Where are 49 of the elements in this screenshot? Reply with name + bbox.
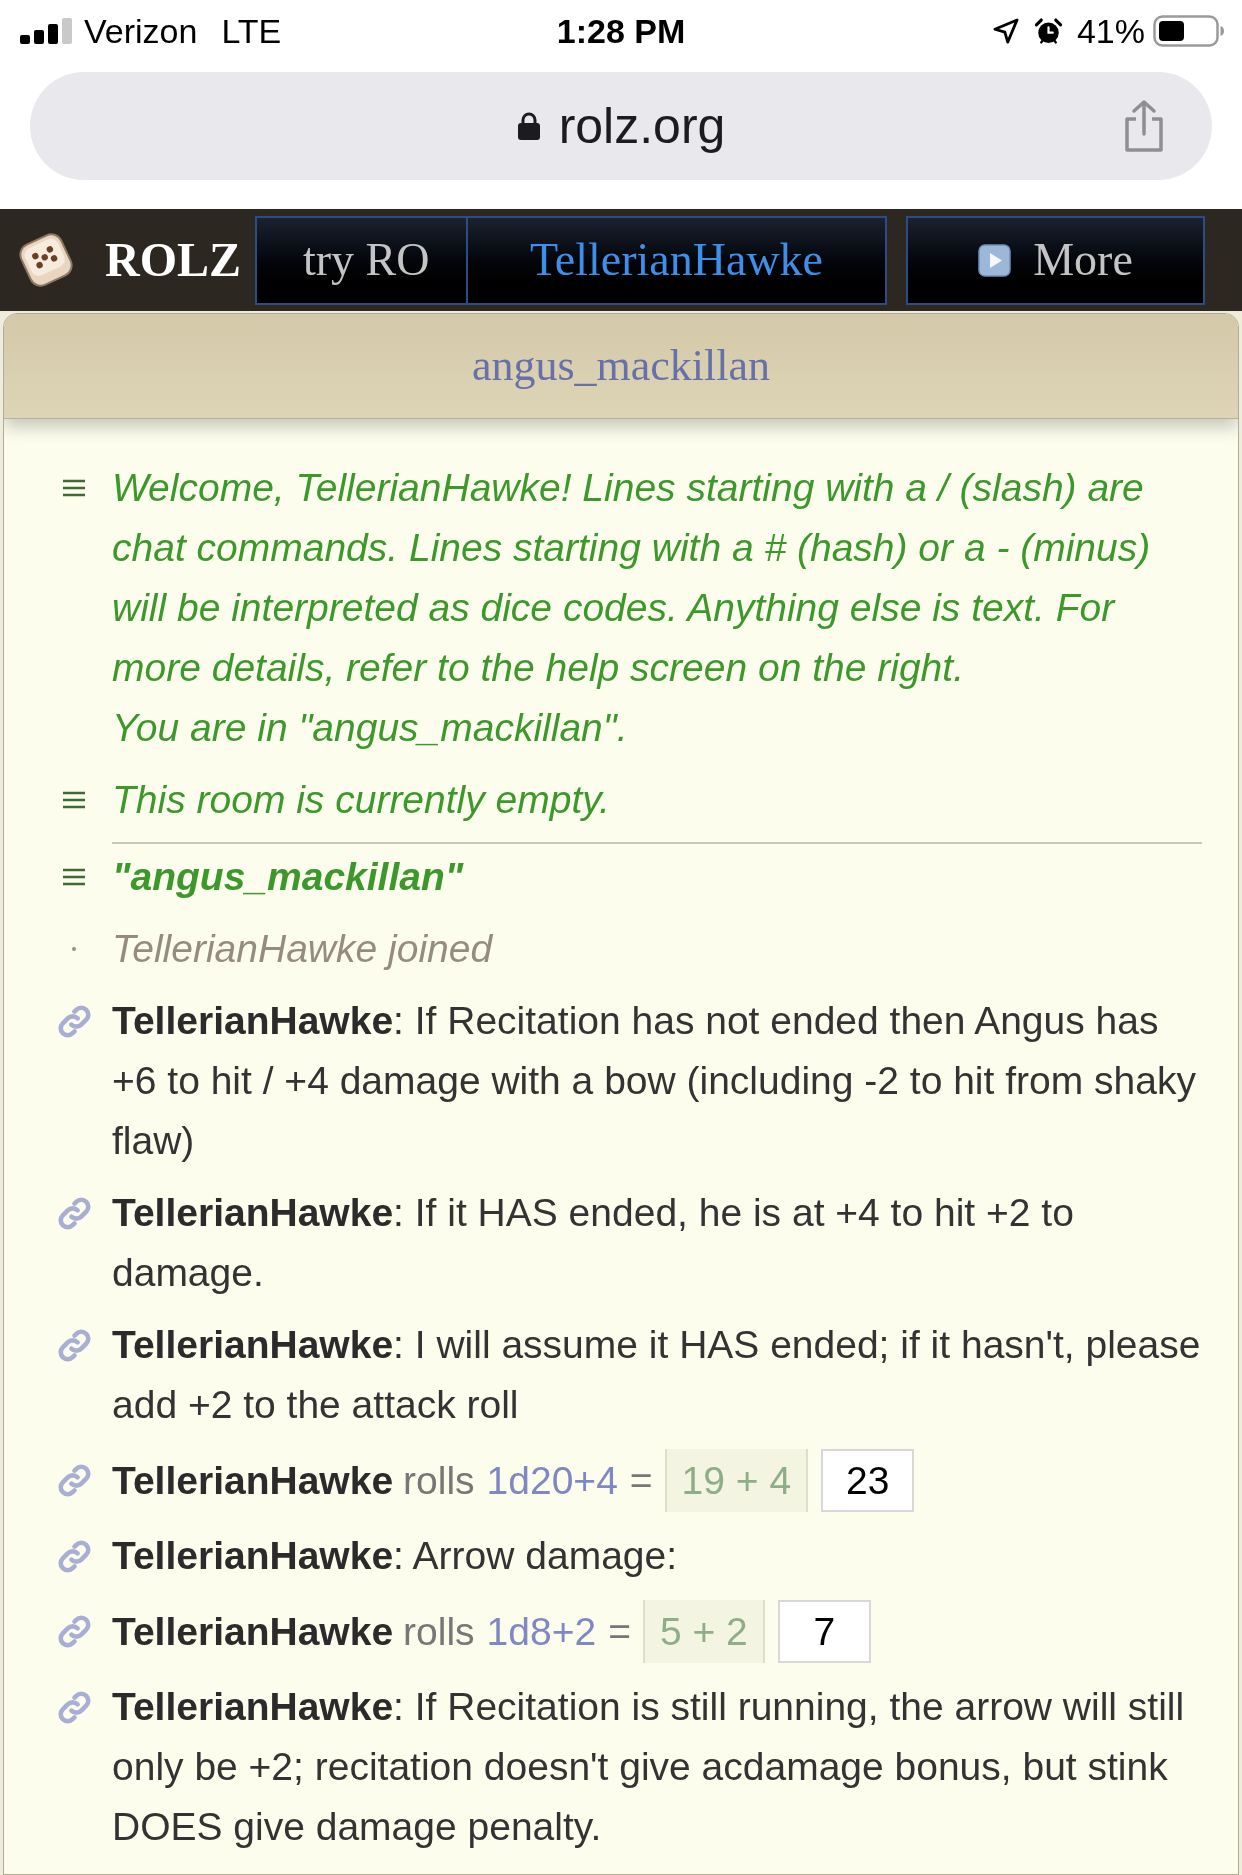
- nav-tab[interactable]: try RO: [255, 215, 466, 305]
- share-icon[interactable]: [1122, 99, 1166, 153]
- battery-percent: 41%: [1076, 11, 1145, 51]
- room-title: angus_mackillan: [471, 340, 771, 392]
- address-bar[interactable]: rolz.org: [30, 72, 1212, 180]
- network-type: LTE: [221, 11, 282, 51]
- system-message: You are in "angus_mackillan".: [112, 705, 629, 751]
- link-icon[interactable]: [55, 1326, 93, 1364]
- roll-total: 7: [777, 1600, 871, 1663]
- site-logo[interactable]: ROLZ: [105, 232, 255, 288]
- chat-message: TellerianHawke: If Recitation has not ended then Angus has +6 to hit / +4 damage with a bow (including -2 to hit from shaky flaw): [112, 998, 1197, 1164]
- menu-lines-icon: [62, 790, 86, 810]
- lock-icon: [516, 111, 541, 141]
- chat-message: TellerianHawke: If Recitation is still running, the arrow will still only be +2; recitation doesn't give acdamage bonus, but stink DOES give damage penalty.: [112, 1684, 1186, 1850]
- url-text: rolz.org: [558, 97, 726, 156]
- battery-icon: [1153, 15, 1225, 47]
- equals-sign: =: [629, 1457, 653, 1504]
- menu-lines-icon: [62, 867, 86, 887]
- signal-icon: [20, 18, 72, 44]
- chat-message: TellerianHawke: If it HAS ended, he is at +4 to hit +2 to damage.: [112, 1190, 1075, 1296]
- dice-results: 19 + 4: [664, 1449, 809, 1512]
- chat-message: TellerianHawke: I will assume it HAS ended; if it hasn't, please add +2 to the attack roll: [112, 1322, 1202, 1428]
- equals-sign: =: [608, 1608, 631, 1655]
- roll-verb: rolls: [403, 1457, 475, 1504]
- user-name: TellerianHawke: [112, 1457, 394, 1504]
- room-topic: "angus_mackillan": [112, 854, 465, 900]
- dice-results: 5 + 2: [642, 1600, 765, 1663]
- location-arrow-icon: [991, 17, 1020, 45]
- link-icon[interactable]: [55, 1002, 93, 1040]
- link-icon[interactable]: [55, 1613, 93, 1650]
- chat-message: TellerianHawke: Arrow damage:: [112, 1533, 679, 1579]
- alarm-clock-icon: [1033, 16, 1063, 46]
- roll-verb: rolls: [403, 1608, 475, 1655]
- nav-tab[interactable]: TellerianHawke: [466, 215, 887, 305]
- system-message: Welcome, TellerianHawke! Lines starting with a / (slash) are chat commands. Lines starting with a # (hash) or a - (minus) will be interpreted as dice codes. Anything else is text. For more details, refer to the help screen on the right.: [112, 465, 1152, 691]
- bullet-icon: [72, 947, 76, 951]
- user-name: TellerianHawke: [112, 1608, 394, 1655]
- carrier-name: Verizon: [84, 11, 198, 51]
- link-icon[interactable]: [55, 1462, 93, 1499]
- link-icon[interactable]: [55, 1537, 93, 1575]
- more-button[interactable]: More: [906, 215, 1205, 305]
- clock-time: 1:28 PM: [556, 11, 686, 51]
- link-icon[interactable]: [55, 1194, 93, 1232]
- system-message: This room is currently empty.: [112, 777, 611, 823]
- link-icon[interactable]: [55, 1688, 93, 1726]
- join-notice: TellerianHawke joined: [112, 926, 494, 972]
- play-icon: [978, 243, 1012, 277]
- menu-lines-icon: [62, 478, 86, 498]
- roll-total: 23: [821, 1449, 915, 1512]
